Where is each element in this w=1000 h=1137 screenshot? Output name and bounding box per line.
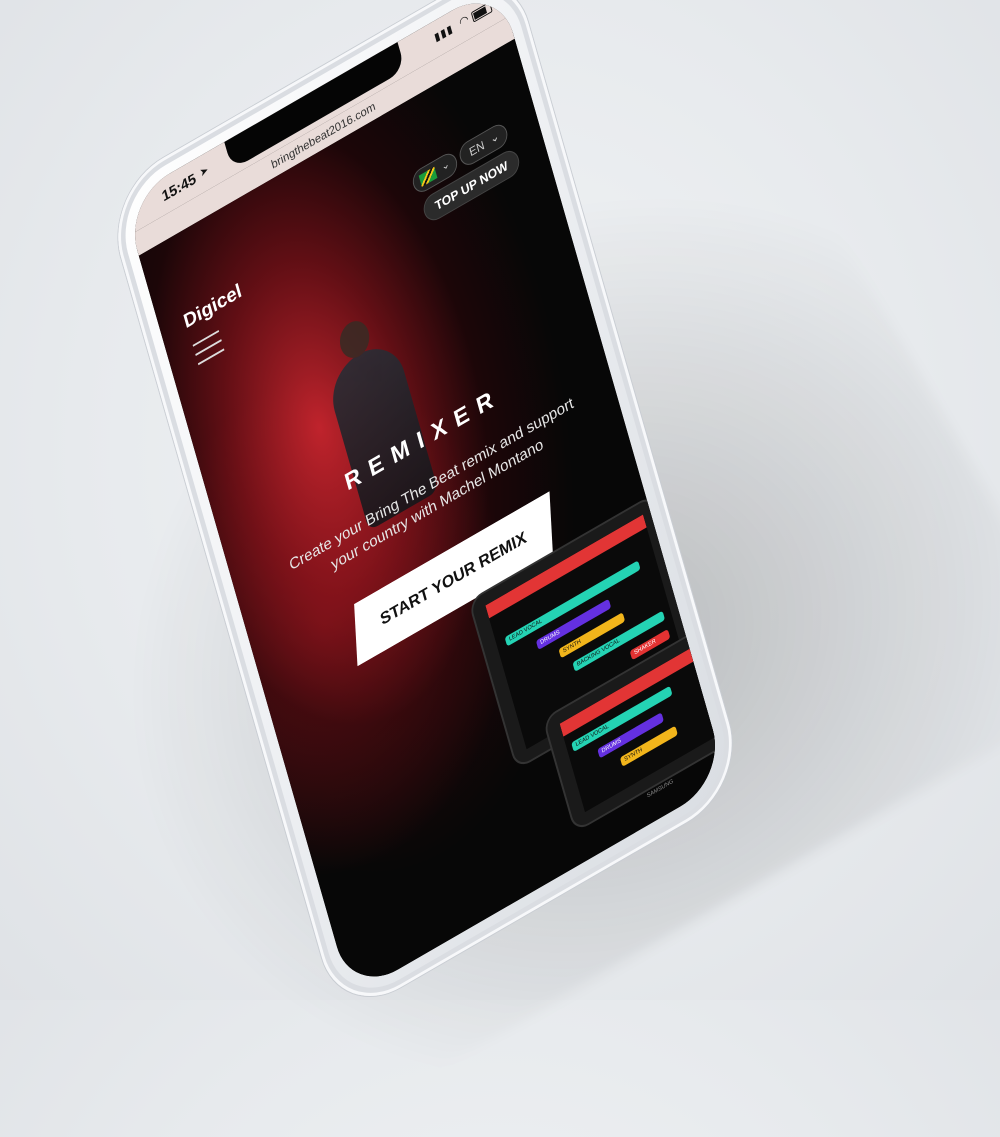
digicel-logo[interactable]: Digicel (181, 280, 244, 334)
battery-icon (470, 1, 493, 23)
cellular-signal-icon: ▮▮▮ (433, 22, 455, 45)
wifi-icon: ◠ (457, 11, 471, 30)
chevron-down-icon: ⌄ (439, 157, 452, 174)
jamaica-flag-icon (418, 166, 438, 187)
samsung-logo: SAMSUNG (646, 778, 675, 800)
chevron-down-icon: ⌄ (488, 128, 501, 147)
language-label: EN (467, 138, 486, 160)
location-arrow-icon: ➤ (198, 164, 210, 180)
menu-button[interactable] (192, 329, 225, 366)
